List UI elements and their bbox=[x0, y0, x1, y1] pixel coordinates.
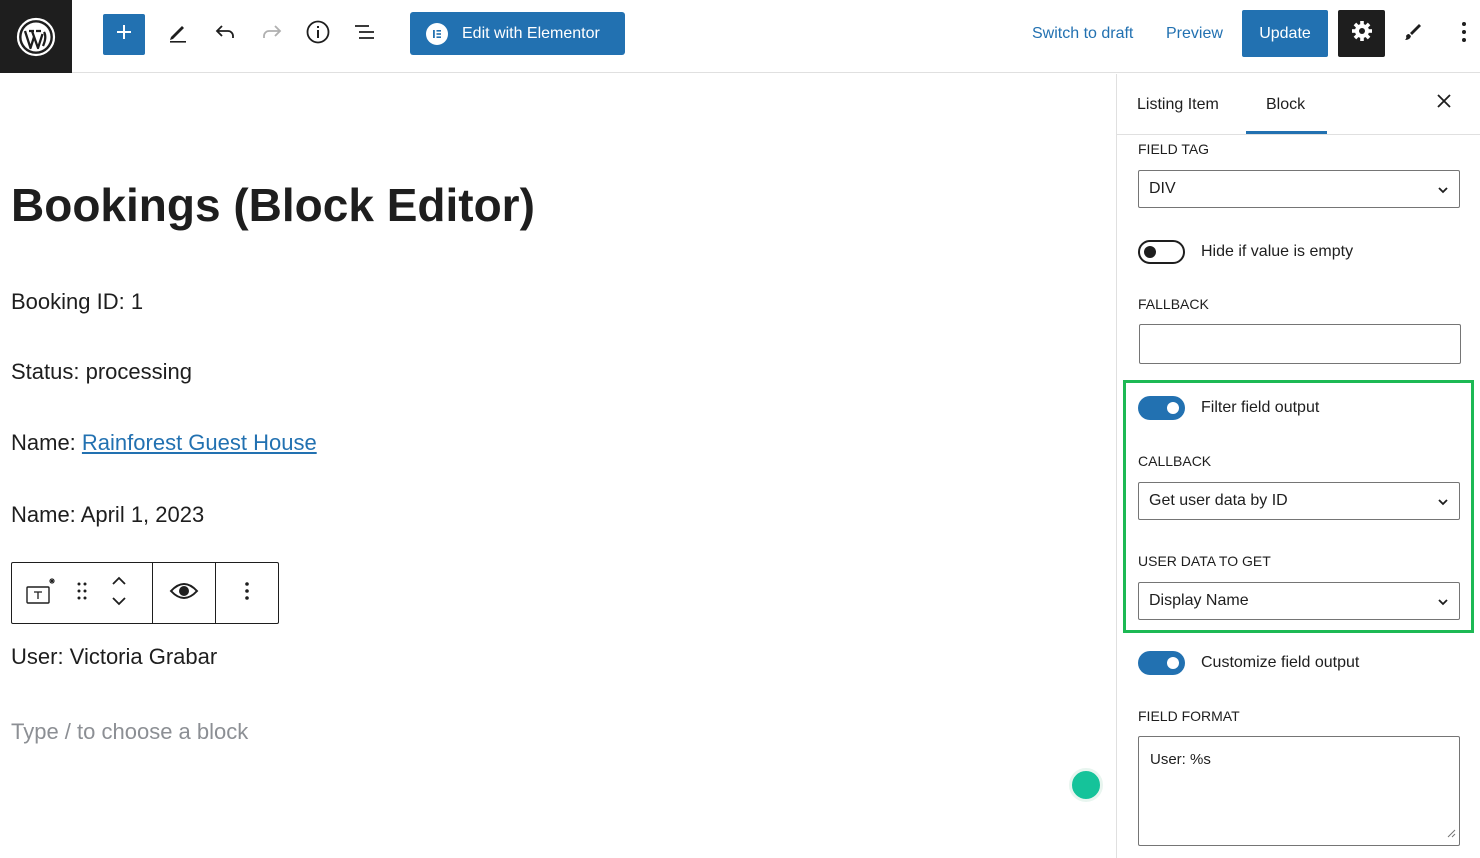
name-paragraph[interactable]: Name: Rainforest Guest House bbox=[11, 430, 317, 456]
customize-output-label: Customize field output bbox=[1201, 654, 1360, 671]
wordpress-logo-icon[interactable] bbox=[0, 0, 72, 73]
grammarly-icon[interactable] bbox=[1069, 768, 1103, 802]
move-up-down-button[interactable] bbox=[94, 563, 144, 623]
hide-if-empty-label: Hide if value is empty bbox=[1201, 243, 1354, 260]
tab-block[interactable]: Block bbox=[1266, 96, 1305, 114]
settings-button[interactable] bbox=[1338, 10, 1385, 57]
callback-label: CALLBACK bbox=[1138, 453, 1212, 469]
edit-with-elementor-label: Edit with Elementor bbox=[462, 24, 600, 42]
hide-if-empty-toggle-row[interactable]: Hide if value is empty bbox=[1138, 240, 1353, 264]
fallback-label: FALLBACK bbox=[1138, 296, 1209, 312]
active-tab-indicator bbox=[1246, 131, 1327, 134]
block-options-button[interactable] bbox=[216, 563, 278, 623]
filter-output-toggle-row[interactable]: Filter field output bbox=[1138, 396, 1319, 420]
fallback-input[interactable] bbox=[1139, 324, 1461, 364]
elementor-icon bbox=[426, 22, 448, 45]
filter-output-toggle[interactable] bbox=[1138, 396, 1185, 420]
toggle-knob bbox=[1144, 246, 1156, 258]
more-vertical-icon bbox=[1461, 21, 1467, 48]
list-view-icon bbox=[352, 19, 378, 50]
field-format-label: FIELD FORMAT bbox=[1138, 708, 1240, 724]
dynamic-field-icon bbox=[24, 575, 58, 612]
booking-id-paragraph[interactable]: Booking ID: 1 bbox=[11, 289, 143, 315]
options-button[interactable] bbox=[1446, 16, 1480, 52]
block-toolbar-group-options bbox=[216, 563, 278, 623]
user-paragraph[interactable]: User: Victoria Grabar bbox=[11, 644, 217, 670]
drag-handle-icon bbox=[76, 581, 88, 606]
sidebar-tabs: Listing Item Block bbox=[1117, 74, 1480, 135]
styles-button[interactable] bbox=[1394, 16, 1430, 52]
details-button[interactable] bbox=[300, 16, 336, 52]
block-toolbar bbox=[11, 562, 279, 624]
tab-listing-item[interactable]: Listing Item bbox=[1137, 96, 1219, 114]
move-up-down-icon bbox=[110, 573, 128, 614]
brush-icon bbox=[1400, 20, 1424, 49]
hide-if-empty-toggle[interactable] bbox=[1138, 240, 1185, 264]
toggle-knob bbox=[1167, 657, 1179, 669]
eye-icon bbox=[169, 581, 199, 606]
status-paragraph[interactable]: Status: processing bbox=[11, 359, 192, 385]
callback-select[interactable]: Get user data by ID bbox=[1138, 482, 1460, 520]
name-prefix: Name: bbox=[11, 430, 82, 455]
block-toolbar-group-visibility bbox=[153, 563, 216, 623]
block-toolbar-group-main bbox=[12, 563, 153, 623]
block-inserter-button[interactable] bbox=[103, 14, 145, 55]
field-format-textarea[interactable]: User: %s bbox=[1138, 736, 1460, 846]
drag-handle[interactable] bbox=[70, 563, 94, 623]
gear-icon bbox=[1350, 19, 1374, 48]
switch-to-draft-button[interactable]: Switch to draft bbox=[1032, 25, 1133, 43]
editor-header: Edit with Elementor Switch to draft Prev… bbox=[0, 0, 1480, 73]
block-appender-placeholder[interactable]: Type / to choose a block bbox=[11, 719, 248, 745]
more-vertical-icon bbox=[244, 581, 250, 606]
field-tag-value: DIV bbox=[1149, 180, 1176, 197]
visibility-button[interactable] bbox=[153, 563, 215, 623]
filter-output-label: Filter field output bbox=[1201, 399, 1320, 416]
resize-grip-icon[interactable] bbox=[1446, 825, 1456, 842]
callback-value: Get user data by ID bbox=[1149, 492, 1288, 509]
field-tag-select[interactable]: DIV bbox=[1138, 170, 1460, 208]
close-sidebar-button[interactable] bbox=[1433, 92, 1455, 114]
undo-button[interactable] bbox=[207, 16, 243, 52]
post-title[interactable]: Bookings (Block Editor) bbox=[11, 178, 535, 232]
undo-icon bbox=[213, 20, 237, 49]
pencil-icon bbox=[166, 20, 190, 49]
chevron-down-icon bbox=[1437, 495, 1449, 513]
customize-output-toggle[interactable] bbox=[1138, 651, 1185, 675]
customize-output-toggle-row[interactable]: Customize field output bbox=[1138, 651, 1359, 675]
redo-button[interactable] bbox=[254, 16, 290, 52]
settings-sidebar: Listing Item Block FIELD TAG DIV Hide if… bbox=[1116, 74, 1480, 858]
plus-icon bbox=[114, 22, 134, 47]
tools-button[interactable] bbox=[160, 16, 196, 52]
close-icon bbox=[1437, 93, 1451, 113]
update-button[interactable]: Update bbox=[1242, 10, 1328, 57]
preview-button[interactable]: Preview bbox=[1166, 25, 1223, 43]
list-view-button[interactable] bbox=[347, 16, 383, 52]
edit-with-elementor-button[interactable]: Edit with Elementor bbox=[410, 12, 625, 55]
field-format-value: User: %s bbox=[1150, 751, 1211, 768]
info-icon bbox=[305, 19, 331, 50]
chevron-down-icon bbox=[1437, 183, 1449, 201]
redo-icon bbox=[260, 20, 284, 49]
user-data-value: Display Name bbox=[1149, 592, 1249, 609]
user-data-label: USER DATA TO GET bbox=[1138, 553, 1271, 569]
user-data-select[interactable]: Display Name bbox=[1138, 582, 1460, 620]
chevron-down-icon bbox=[1437, 595, 1449, 613]
block-type-button[interactable] bbox=[12, 563, 70, 623]
editor-canvas: Bookings (Block Editor) Booking ID: 1 St… bbox=[0, 74, 1116, 858]
name-date-paragraph[interactable]: Name: April 1, 2023 bbox=[11, 502, 204, 528]
toggle-knob bbox=[1167, 402, 1179, 414]
field-tag-label: FIELD TAG bbox=[1138, 141, 1210, 157]
name-link[interactable]: Rainforest Guest House bbox=[82, 430, 317, 455]
